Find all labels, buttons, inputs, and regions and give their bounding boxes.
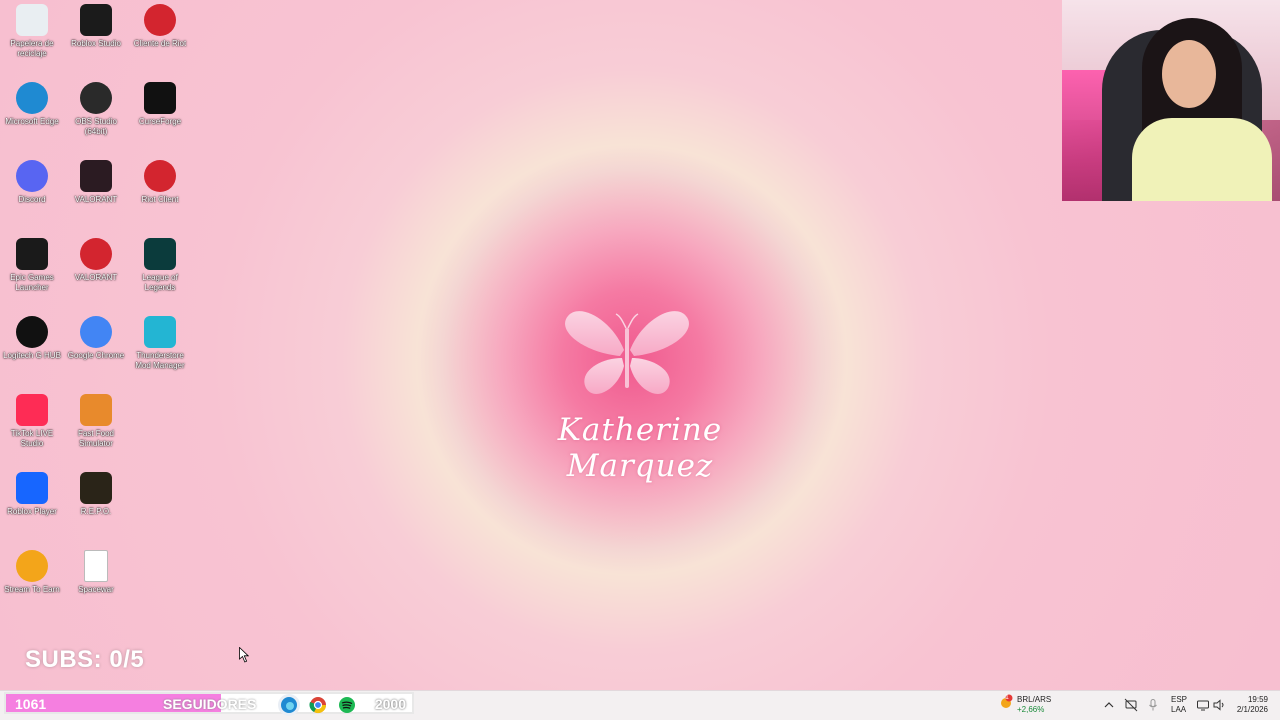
desktop-icon[interactable]: VALORANT [64, 234, 128, 306]
desktop-icon[interactable]: R.E.P.O. [64, 468, 128, 540]
chrome-icon [80, 316, 112, 348]
volume-icon[interactable] [1212, 698, 1226, 712]
followers-label: SEGUIDORES [163, 696, 257, 712]
desktop-icon-label: CurseForge [138, 117, 182, 126]
desktop-icon-label: VALORANT [74, 195, 118, 204]
desktop-icon-label: Cliente de Riot [133, 39, 187, 48]
roblox-studio-icon [80, 4, 112, 36]
fast-food-simulator-icon [80, 394, 112, 426]
file-icon [84, 550, 108, 582]
webcam-streamer-face [1162, 40, 1216, 108]
display-icon[interactable] [1196, 698, 1210, 712]
obs-icon [80, 82, 112, 114]
desktop-icon[interactable]: Riot Client [128, 156, 192, 228]
mouse-cursor-icon [239, 647, 249, 663]
desktop-icon-label: Papelera de reciclaje [10, 39, 54, 58]
desktop-icon-label: Roblox Player [7, 507, 57, 516]
desktop-icon-label: Roblox Studio [71, 39, 121, 48]
desktop-icon-label: VALORANT [74, 273, 118, 282]
riot-client-icon [144, 4, 176, 36]
edge-icon [16, 82, 48, 114]
desktop-icon[interactable]: Stream To Earn [0, 546, 64, 618]
desktop-icon-label: Spacewar [78, 585, 114, 594]
microphone-icon[interactable] [1146, 698, 1160, 712]
desktop-icon[interactable]: League of Legends [128, 234, 192, 306]
desktop-icon[interactable]: Cliente de Riot [128, 0, 192, 72]
desktop-icon-label: Google Chrome [67, 351, 125, 360]
webcam-overlay [1062, 0, 1280, 201]
desktop-icon[interactable]: Epic Games Launcher [0, 234, 64, 306]
webcam-streamer-top [1132, 118, 1272, 201]
thunderstore-icon [144, 316, 176, 348]
repo-icon [80, 472, 112, 504]
desktop-icon[interactable]: Microsoft Edge [0, 78, 64, 150]
subs-counter: SUBS: 0/5 [25, 646, 145, 673]
desktop-icon-label: Microsoft Edge [5, 117, 59, 126]
league-of-legends-icon [144, 238, 176, 270]
recycle-bin-icon [16, 4, 48, 36]
desktop-icon[interactable]: CurseForge [128, 78, 192, 150]
desktop-icon-label: Discord [18, 195, 46, 204]
desktop-icon-label: TikTok LIVE Studio [10, 429, 54, 448]
desktop-icon[interactable]: Roblox Studio [64, 0, 128, 72]
desktop-icon-label: OBS Studio (64bit) [75, 117, 117, 136]
desktop-icon[interactable]: Google Chrome [64, 312, 128, 384]
network-disconnected-icon[interactable] [1124, 698, 1138, 712]
taskbar-edge-icon[interactable] [278, 694, 300, 716]
epic-games-icon [16, 238, 48, 270]
desktop-icon[interactable]: TikTok LIVE Studio [0, 390, 64, 462]
desktop-icon-label: Riot Client [141, 195, 179, 204]
desktop-icon[interactable]: Logitech G HUB [0, 312, 64, 384]
followers-count: 1061 [15, 696, 47, 712]
desktop-icon-label: R.E.P.O. [80, 507, 112, 516]
ticker-badge: 1 [1005, 694, 1009, 701]
language-indicator[interactable]: ESP [1171, 695, 1187, 705]
stream-to-earn-icon [16, 550, 48, 582]
butterfly-logo-icon [565, 311, 689, 394]
desktop-icon[interactable]: Roblox Player [0, 468, 64, 540]
tiktok-live-icon [16, 394, 48, 426]
desktop-icon-label: Stream To Earn [4, 585, 60, 594]
ticker-change: +2,66% [1017, 705, 1045, 714]
desktop-icon[interactable]: Discord [0, 156, 64, 228]
logitech-ghub-icon [16, 316, 48, 348]
desktop-icon-label: Fast Food Simulator [77, 429, 114, 448]
desktop-icon[interactable]: Spacewar [64, 546, 128, 618]
taskbar-spotify-icon[interactable] [336, 694, 358, 716]
desktop-icon-label: Epic Games Launcher [10, 273, 54, 292]
desktop-icon-grid: Papelera de reciclaje Roblox Studio Client… [0, 0, 200, 610]
desktop-icon[interactable]: OBS Studio (64bit) [64, 78, 128, 150]
wallpaper-name-text: Katherine Marquez [557, 412, 723, 484]
chevron-up-icon[interactable] [1102, 698, 1116, 712]
discord-icon [16, 160, 48, 192]
riot-valorant-icon [80, 238, 112, 270]
desktop-icon[interactable]: VALORANT [64, 156, 128, 228]
roblox-player-icon [16, 472, 48, 504]
desktop-icon-label: Thunderstore Mod Manager [135, 351, 185, 370]
valorant-icon [80, 160, 112, 192]
desktop-icon-label: Logitech G HUB [3, 351, 61, 360]
desktop-icon[interactable]: Fast Food Simulator [64, 390, 128, 462]
riot-client-icon [144, 160, 176, 192]
taskbar-chrome-icon[interactable] [307, 694, 329, 716]
followers-goal: 2000 [374, 696, 406, 712]
keyboard-layout: LAA [1171, 705, 1187, 714]
desktop-icon[interactable]: Papelera de reciclaje [0, 0, 64, 72]
desktop-icon-label: League of Legends [142, 273, 178, 292]
clock-time[interactable]: 19:59 [1236, 695, 1268, 705]
curseforge-icon [144, 82, 176, 114]
clock-date: 2/1/2026 [1236, 705, 1268, 714]
desktop-icon[interactable]: Thunderstore Mod Manager [128, 312, 192, 384]
ticker-name[interactable]: BRL/ARS [1017, 695, 1051, 705]
